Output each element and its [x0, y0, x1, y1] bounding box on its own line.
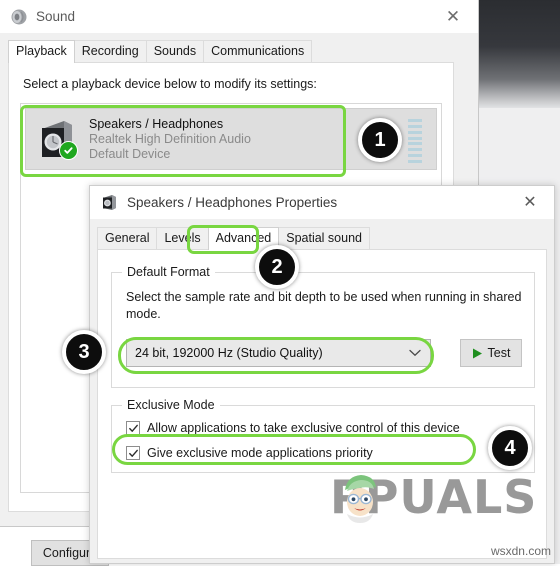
- speaker-icon: [11, 9, 27, 24]
- default-format-legend: Default Format: [122, 265, 215, 279]
- exclusive-control-checkbox-row[interactable]: Allow applications to take exclusive con…: [126, 421, 460, 435]
- exclusive-priority-checkbox[interactable]: [126, 446, 140, 460]
- sample-rate-dropdown[interactable]: 24 bit, 192000 Hz (Studio Quality): [126, 339, 431, 367]
- exclusive-control-checkbox[interactable]: [126, 421, 140, 435]
- advanced-tab-panel: Default Format Select the sample rate an…: [97, 249, 547, 559]
- device-status: Default Device: [89, 146, 171, 161]
- sound-tab-bar: Playback Recording Sounds Communications: [8, 40, 313, 63]
- tab-general[interactable]: General: [97, 227, 158, 250]
- properties-tab-bar: General Levels Advanced Spatial sound: [97, 227, 370, 250]
- step-badge-1: 1: [358, 118, 402, 162]
- sound-dialog-title: Sound: [36, 9, 76, 24]
- test-button[interactable]: Test: [460, 339, 522, 367]
- desktop-backdrop: [478, 0, 560, 110]
- properties-body: General Levels Advanced Spatial sound De…: [90, 219, 554, 563]
- test-button-label: Test: [487, 346, 511, 360]
- close-icon[interactable]: ✕: [514, 191, 546, 214]
- device-name: Speakers / Headphones: [89, 116, 224, 131]
- exclusive-priority-label: Give exclusive mode applications priorit…: [147, 446, 373, 460]
- exclusive-mode-legend: Exclusive Mode: [122, 398, 220, 412]
- checkmark-icon: [128, 424, 138, 432]
- tab-sounds[interactable]: Sounds: [145, 40, 205, 63]
- tab-playback[interactable]: Playback: [8, 40, 75, 63]
- default-format-group: Default Format Select the sample rate an…: [111, 265, 535, 388]
- properties-titlebar: Speakers / Headphones Properties ✕: [90, 186, 554, 219]
- speaker-box-icon: [103, 195, 116, 210]
- step-badge-2: 2: [255, 245, 299, 289]
- tab-communications[interactable]: Communications: [203, 40, 313, 63]
- tab-levels[interactable]: Levels: [156, 227, 209, 250]
- default-format-description: Select the sample rate and bit depth to …: [126, 290, 522, 321]
- step-badge-3: 3: [62, 330, 106, 374]
- speaker-properties-dialog: Speakers / Headphones Properties ✕ Gener…: [89, 185, 555, 564]
- checkmark-icon: [128, 449, 138, 457]
- volume-meter-icon: [408, 119, 422, 163]
- exclusive-control-label: Allow applications to take exclusive con…: [147, 421, 460, 435]
- tab-recording[interactable]: Recording: [73, 40, 147, 63]
- green-check-icon: [59, 141, 78, 160]
- tab-spatial-sound[interactable]: Spatial sound: [278, 227, 370, 250]
- play-icon: [472, 348, 482, 358]
- sound-dialog-titlebar: Sound ✕: [0, 0, 478, 33]
- sample-rate-value: 24 bit, 192000 Hz (Studio Quality): [135, 346, 323, 360]
- step-badge-4: 4: [488, 426, 532, 470]
- close-icon[interactable]: ✕: [436, 4, 470, 28]
- exclusive-priority-checkbox-row[interactable]: Give exclusive mode applications priorit…: [126, 446, 373, 460]
- speaker-box-icon: [38, 119, 78, 160]
- device-driver: Realtek High Definition Audio: [89, 131, 251, 146]
- exclusive-mode-group: Exclusive Mode Allow applications to tak…: [111, 398, 535, 473]
- chevron-down-icon: [409, 349, 421, 357]
- properties-title: Speakers / Headphones Properties: [127, 195, 338, 210]
- playback-instruction: Select a playback device below to modify…: [23, 77, 317, 91]
- device-text-block: Speakers / Headphones Realtek High Defin…: [89, 117, 251, 162]
- source-tag: wsxdn.com: [490, 544, 551, 558]
